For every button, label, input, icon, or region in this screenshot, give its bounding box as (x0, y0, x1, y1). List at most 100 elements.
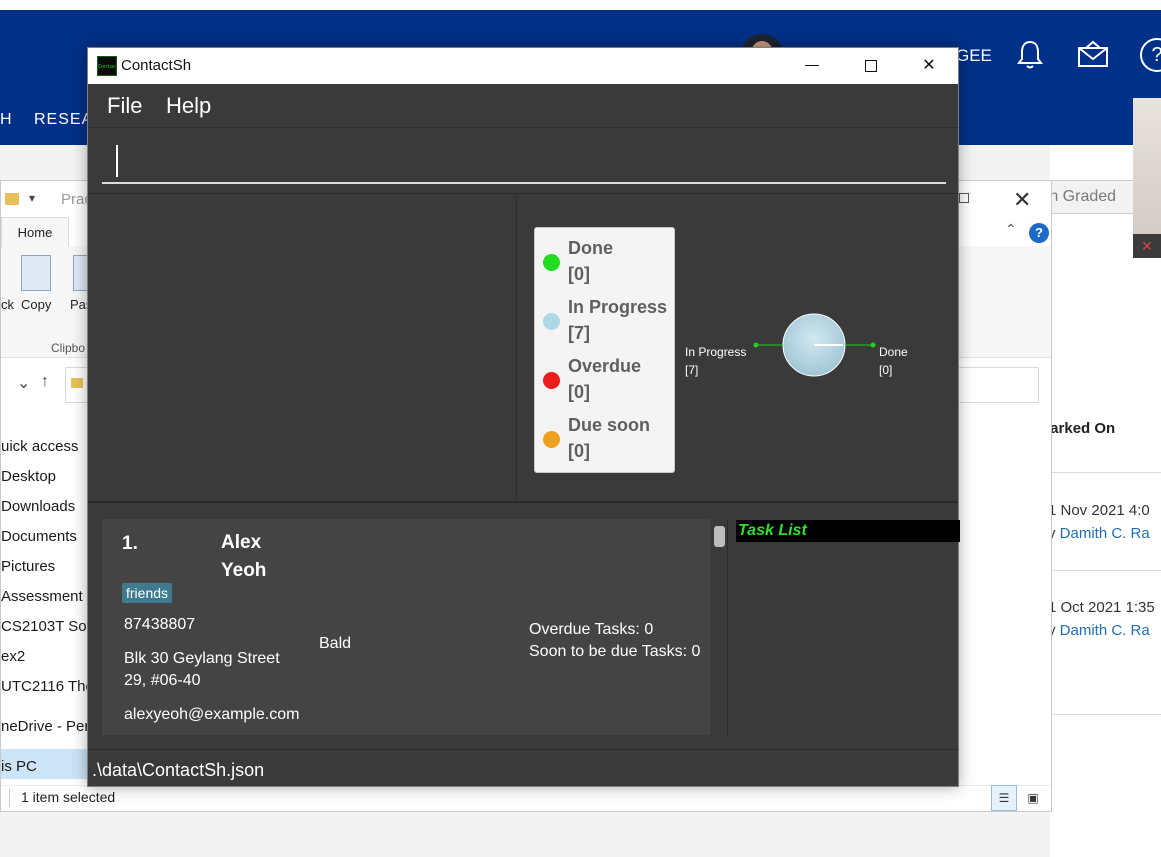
panel-divider[interactable] (516, 194, 517, 504)
author-link[interactable]: Damith C. Ra (1060, 525, 1150, 542)
scrollbar-thumb[interactable] (714, 526, 725, 547)
contactsh-window: ContactSh ContactSh ✕ File Help Done [0]… (87, 47, 960, 787)
selection-status: 1 item selected (21, 789, 116, 805)
person-phone: 87438807 (124, 616, 196, 633)
close-icon[interactable]: ✕ (1013, 187, 1031, 213)
minimize-button[interactable] (784, 48, 842, 84)
nav-item[interactable]: UTC2116 The (1, 678, 94, 695)
person-list-scrollbar[interactable] (710, 519, 728, 735)
pie-label-name: Done (879, 345, 908, 359)
window-title: ContactSh (121, 57, 192, 74)
bell-icon[interactable] (1013, 38, 1047, 72)
legend-item-due-soon: Due soon [0] (535, 405, 676, 461)
nav-item-this-pc[interactable]: is PC (1, 758, 37, 775)
video-thumbnail: ✕ (1133, 98, 1161, 258)
maximize-icon[interactable] (959, 193, 969, 203)
marked-date: 1 Nov 2021 4:0 (1048, 502, 1150, 519)
legend-count: [7] (568, 323, 590, 343)
mail-icon[interactable] (1076, 38, 1110, 72)
person-index: 1. (122, 533, 138, 554)
nav-item[interactable]: Downloads (1, 498, 75, 515)
tiles-view-icon[interactable]: ▣ (1020, 785, 1046, 811)
browser-top-strip (0, 0, 1161, 10)
soon-due-tasks-count: Soon to be due Tasks: 0 (529, 643, 701, 660)
nav-item[interactable]: Pictures (1, 558, 55, 575)
legend-item-done: Done [0] (535, 228, 676, 284)
row-divider (1050, 714, 1161, 715)
legend-count: [0] (568, 264, 590, 284)
cut-button[interactable]: ck (1, 297, 14, 312)
status-divider (9, 789, 10, 807)
user-name[interactable]: GEE (956, 46, 992, 66)
web-nav-item[interactable]: H (0, 111, 13, 129)
legend-label: In Progress (568, 297, 668, 317)
legend-dot (543, 431, 560, 448)
menu-bar: File Help (88, 84, 958, 128)
folder-icon (5, 193, 19, 205)
author-link[interactable]: Damith C. Ra (1060, 622, 1150, 639)
legend-label: Done (568, 238, 613, 258)
menu-help[interactable]: Help (166, 93, 211, 119)
text-caret (116, 145, 118, 177)
status-bar: .\data\ContactSh.json (88, 749, 958, 786)
web-nav-item[interactable]: RESEA (34, 111, 93, 129)
nav-item[interactable]: Desktop (1, 468, 56, 485)
legend-dot (543, 313, 560, 330)
person-email: alexyeoh@example.com (124, 706, 300, 723)
marked-date: 1 Oct 2021 1:35 (1048, 599, 1155, 616)
minimize-icon (805, 65, 819, 66)
pie-label-value: [7] (685, 363, 699, 377)
dashboard-panel: Done [0] In Progress [7] Overdue [0] Due… (88, 193, 958, 504)
legend-item-overdue: Overdue [0] (535, 346, 676, 402)
quick-access-dropdown-icon[interactable]: ▾ (29, 191, 35, 205)
nav-item[interactable]: ex2 (1, 648, 25, 665)
pie-label-name: In Progress (685, 345, 747, 359)
nav-item[interactable]: uick access (1, 438, 79, 455)
label-marker-done (870, 342, 876, 348)
title-bar[interactable]: ContactSh ContactSh ✕ (88, 48, 958, 84)
label-marker-in-progress (753, 342, 759, 348)
app-icon: ContactSh (97, 56, 117, 76)
folder-icon (71, 378, 83, 388)
up-arrow-icon[interactable]: ↑ (41, 373, 49, 391)
tab-home[interactable]: Home (1, 217, 69, 247)
marked-by: y Damith C. Ra (1048, 525, 1150, 542)
person-name: Alex Yeoh (221, 532, 267, 581)
row-divider (1050, 570, 1161, 571)
maximize-button[interactable] (842, 48, 900, 84)
overdue-tasks-count: Overdue Tasks: 0 (529, 621, 654, 638)
help-icon[interactable]: ? (1029, 223, 1049, 243)
copy-button[interactable]: Copy (21, 297, 51, 312)
nav-item[interactable]: Documents (1, 528, 77, 545)
content-area: 1. Alex Yeoh friends 87438807 Blk 30 Gey… (88, 505, 960, 749)
command-input[interactable] (102, 140, 946, 184)
legend-item-in-progress: In Progress [7] (535, 287, 676, 343)
legend-count: [0] (568, 441, 590, 461)
chevron-down-icon[interactable]: ⌄ (17, 373, 30, 393)
copy-icon[interactable] (21, 255, 51, 291)
explorer-status-bar (1, 785, 1051, 811)
close-icon: ✕ (922, 57, 936, 74)
task-status-legend: Done [0] In Progress [7] Overdue [0] Due… (534, 227, 675, 473)
column-header[interactable]: larked On (1046, 420, 1115, 437)
nav-item[interactable]: Assessment 3 (1, 588, 95, 605)
marked-by: y Damith C. Ra (1048, 622, 1150, 639)
close-button[interactable]: ✕ (900, 48, 958, 84)
nav-item[interactable]: neDrive - Pers (1, 718, 97, 735)
person-remark: Bald (319, 635, 352, 652)
panel-divider[interactable] (727, 519, 728, 735)
legend-label: Overdue (568, 356, 642, 376)
pie-label-value: [0] (879, 363, 893, 377)
legend-count: [0] (568, 382, 590, 402)
person-card[interactable]: 1. Alex Yeoh friends 87438807 Blk 30 Gey… (102, 519, 710, 735)
maximize-icon (865, 60, 877, 72)
legend-label: Due soon (568, 415, 651, 435)
mic-muted-icon[interactable]: ✕ (1133, 234, 1161, 258)
legend-dot (543, 372, 560, 389)
menu-file[interactable]: File (107, 93, 142, 119)
person-address: Blk 30 Geylang Street 29, #06-40 (124, 650, 280, 689)
details-view-icon[interactable]: ☰ (991, 785, 1017, 811)
data-file-path: .\data\ContactSh.json (92, 760, 265, 780)
chevron-up-icon[interactable]: ⌃ (1005, 221, 1017, 238)
task-list-title: Task List (736, 520, 960, 542)
